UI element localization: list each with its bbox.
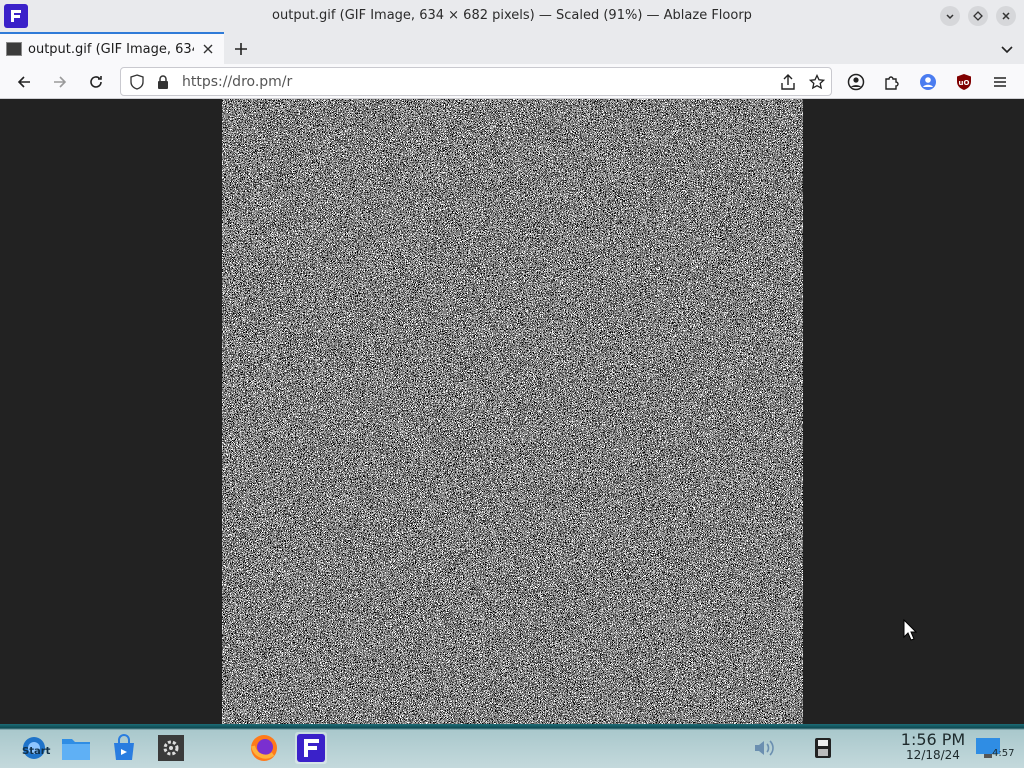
volume-speaker-icon[interactable]	[748, 732, 780, 764]
hamburger-menu-icon[interactable]	[986, 68, 1014, 96]
clock-time[interactable]: 1:56 PM	[900, 730, 966, 749]
window-titlebar: output.gif (GIF Image, 634 × 682 pixels)…	[0, 0, 1024, 32]
new-tab-button[interactable]	[230, 38, 252, 60]
tab-close-icon[interactable]	[198, 39, 218, 59]
back-button[interactable]	[10, 68, 38, 96]
image-favicon-icon	[6, 42, 22, 56]
navigation-toolbar: https://dro.pm/r uO	[0, 64, 1024, 99]
settings-gear-icon[interactable]	[155, 732, 187, 764]
reload-button[interactable]	[82, 68, 110, 96]
share-icon[interactable]	[778, 72, 798, 92]
taskbar	[0, 724, 1024, 768]
account-icon[interactable]	[842, 68, 870, 96]
start-label: Start	[22, 746, 51, 757]
software-store-icon[interactable]	[108, 732, 140, 764]
svg-text:uO: uO	[959, 79, 970, 87]
tab-output-gif[interactable]: output.gif (GIF Image, 634	[0, 32, 224, 64]
image-viewer-content	[0, 99, 1024, 724]
list-all-tabs-button[interactable]	[996, 38, 1018, 60]
firefox-icon[interactable]	[248, 732, 280, 764]
close-window-button[interactable]	[996, 6, 1016, 26]
ublock-origin-icon[interactable]: uO	[950, 68, 978, 96]
minimize-button[interactable]	[940, 6, 960, 26]
removable-drive-icon[interactable]	[807, 732, 839, 764]
floorp-app-icon[interactable]	[4, 4, 28, 28]
gif-noise-image[interactable]	[222, 99, 803, 724]
mouse-pointer-icon	[903, 619, 917, 641]
forward-button[interactable]	[46, 68, 74, 96]
tracking-protection-shield-icon[interactable]	[127, 72, 147, 92]
window-title: output.gif (GIF Image, 634 × 682 pixels)…	[272, 8, 752, 23]
tray-badge: 4:57	[992, 748, 1015, 759]
url-text[interactable]: https://dro.pm/r	[182, 74, 292, 90]
tab-strip: output.gif (GIF Image, 634	[0, 32, 1024, 64]
floorp-taskbar-icon[interactable]	[295, 732, 327, 764]
extensions-puzzle-icon[interactable]	[878, 68, 906, 96]
tab-label: output.gif (GIF Image, 634	[28, 41, 194, 57]
profile-avatar-icon[interactable]	[914, 68, 942, 96]
url-bar[interactable]: https://dro.pm/r	[120, 67, 832, 96]
file-manager-folder-icon[interactable]	[60, 732, 92, 764]
clock-date[interactable]: 12/18/24	[900, 748, 966, 762]
lock-icon[interactable]	[153, 72, 173, 92]
bookmark-star-icon[interactable]	[807, 72, 827, 92]
maximize-button[interactable]	[968, 6, 988, 26]
